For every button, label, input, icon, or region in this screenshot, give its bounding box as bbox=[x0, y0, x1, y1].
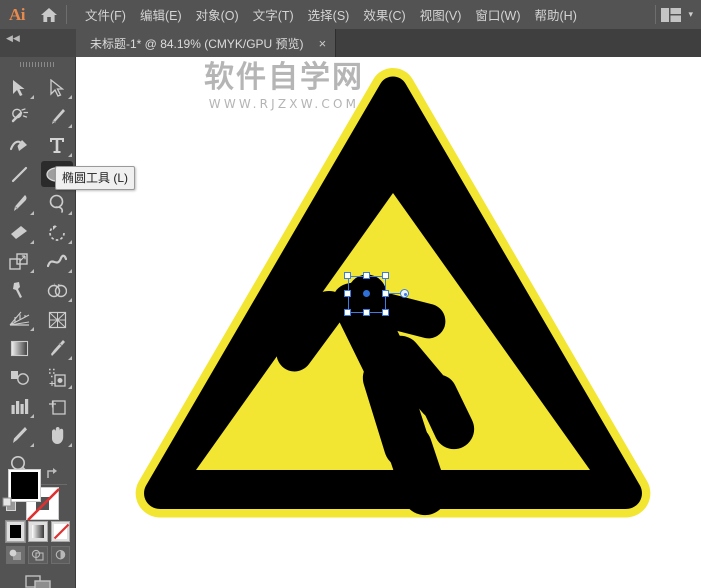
draw-inside-icon[interactable] bbox=[51, 546, 70, 564]
workspace-layout-icon[interactable] bbox=[661, 8, 681, 22]
screen-mode-icon bbox=[25, 575, 51, 588]
draw-behind-icon[interactable] bbox=[28, 546, 47, 564]
menu-edit[interactable]: 编辑(E) bbox=[133, 1, 189, 28]
flyout-indicator-icon bbox=[30, 414, 34, 418]
screen-mode-button[interactable] bbox=[0, 564, 76, 588]
flyout-indicator-icon bbox=[30, 240, 34, 244]
hand-tool[interactable] bbox=[38, 421, 76, 450]
collapse-panel-icon[interactable]: ◀◀ bbox=[0, 29, 76, 57]
rotate-tool[interactable] bbox=[38, 218, 76, 247]
color-mode-color[interactable] bbox=[6, 521, 25, 542]
menu-window[interactable]: 窗口(W) bbox=[468, 1, 527, 28]
direct-selection-tool[interactable] bbox=[38, 73, 76, 102]
magic-wand-tool[interactable] bbox=[0, 102, 38, 131]
flyout-indicator-icon bbox=[68, 95, 72, 99]
menu-object[interactable]: 对象(O) bbox=[189, 1, 246, 28]
flyout-indicator-icon bbox=[68, 298, 72, 302]
menu-file[interactable]: 文件(F) bbox=[78, 1, 133, 28]
flyout-indicator-icon bbox=[68, 124, 72, 128]
tools-panel: ••• bbox=[0, 57, 76, 588]
menu-effect[interactable]: 效果(C) bbox=[356, 1, 412, 28]
app-logo: Ai bbox=[0, 0, 34, 29]
menu-bar: Ai 文件(F) 编辑(E) 对象(O) 文字(T) 选择(S) 效果(C) 视… bbox=[0, 0, 701, 29]
menubar-divider bbox=[66, 5, 67, 24]
flyout-indicator-icon bbox=[68, 356, 72, 360]
illustrator-window: Ai 文件(F) 编辑(E) 对象(O) 文字(T) 选择(S) 效果(C) 视… bbox=[0, 0, 701, 588]
line-segment-tool[interactable] bbox=[0, 160, 38, 189]
slippery-floor-warning-sign[interactable] bbox=[76, 57, 701, 588]
draw-normal-icon[interactable] bbox=[6, 546, 25, 564]
curvature-tool[interactable] bbox=[0, 131, 38, 160]
drag-grip-icon[interactable] bbox=[0, 57, 75, 71]
slice-tool[interactable] bbox=[0, 421, 38, 450]
menubar-divider-2 bbox=[655, 5, 656, 24]
flyout-indicator-icon bbox=[68, 153, 72, 157]
shaper-tool[interactable] bbox=[38, 189, 76, 218]
none-slash-icon bbox=[52, 522, 71, 541]
fill-stroke-group bbox=[0, 465, 76, 519]
menu-items: 文件(F) 编辑(E) 对象(O) 文字(T) 选择(S) 效果(C) 视图(V… bbox=[78, 0, 584, 29]
artboard-canvas[interactable]: 软件自学网 WWW.RJZXW.COM bbox=[76, 57, 701, 588]
tool-grid bbox=[0, 71, 75, 479]
close-icon[interactable]: × bbox=[316, 37, 330, 50]
document-tab-label: 未标题-1* @ 84.19% (CMYK/GPU 预览) bbox=[90, 35, 304, 52]
flyout-indicator-icon bbox=[30, 443, 34, 447]
flyout-indicator-icon bbox=[68, 240, 72, 244]
draw-mode-row bbox=[0, 542, 76, 564]
tool-tooltip: 椭圆工具 (L) bbox=[55, 166, 135, 190]
home-icon[interactable] bbox=[34, 0, 64, 29]
perspective-grid-tool[interactable] bbox=[0, 305, 38, 334]
flyout-indicator-icon bbox=[68, 211, 72, 215]
blend-tool[interactable] bbox=[0, 363, 38, 392]
menu-type[interactable]: 文字(T) bbox=[246, 1, 301, 28]
color-swatch-panel: ••• bbox=[0, 465, 76, 588]
scale-tool[interactable] bbox=[0, 247, 38, 276]
document-tab[interactable]: 未标题-1* @ 84.19% (CMYK/GPU 预览) × bbox=[76, 29, 336, 57]
person-head-ellipse[interactable] bbox=[348, 275, 387, 314]
column-graph-tool[interactable] bbox=[0, 392, 38, 421]
shape-builder-tool[interactable] bbox=[38, 276, 76, 305]
flyout-indicator-icon bbox=[30, 327, 34, 331]
pen-tool[interactable] bbox=[38, 102, 76, 131]
color-mode-row bbox=[0, 519, 76, 542]
flyout-indicator-icon bbox=[30, 95, 34, 99]
menubar-right-group: ▾ bbox=[653, 5, 701, 24]
color-mode-gradient[interactable] bbox=[28, 521, 47, 542]
paintbrush-tool[interactable] bbox=[0, 189, 38, 218]
mesh-tool[interactable] bbox=[38, 305, 76, 334]
gradient-tool[interactable] bbox=[0, 334, 38, 363]
default-fill-stroke-icon[interactable] bbox=[2, 497, 17, 511]
symbol-sprayer-tool[interactable] bbox=[38, 363, 76, 392]
selection-tool[interactable] bbox=[0, 73, 38, 102]
flyout-indicator-icon bbox=[30, 269, 34, 273]
width-tool[interactable] bbox=[38, 247, 76, 276]
flyout-indicator-icon bbox=[30, 211, 34, 215]
swap-fill-stroke-icon[interactable] bbox=[45, 467, 59, 480]
artboard-tool[interactable] bbox=[38, 392, 76, 421]
flyout-indicator-icon bbox=[68, 443, 72, 447]
chevron-down-icon[interactable]: ▾ bbox=[688, 9, 693, 20]
flyout-indicator-icon bbox=[68, 269, 72, 273]
type-tool[interactable] bbox=[38, 131, 76, 160]
eyedropper-tool[interactable] bbox=[38, 334, 76, 363]
free-transform-tool[interactable] bbox=[0, 276, 38, 305]
menu-view[interactable]: 视图(V) bbox=[413, 1, 469, 28]
menu-select[interactable]: 选择(S) bbox=[301, 1, 357, 28]
eraser-tool[interactable] bbox=[0, 218, 38, 247]
menu-help[interactable]: 帮助(H) bbox=[528, 1, 584, 28]
color-mode-none[interactable] bbox=[51, 521, 70, 542]
flyout-indicator-icon bbox=[68, 385, 72, 389]
